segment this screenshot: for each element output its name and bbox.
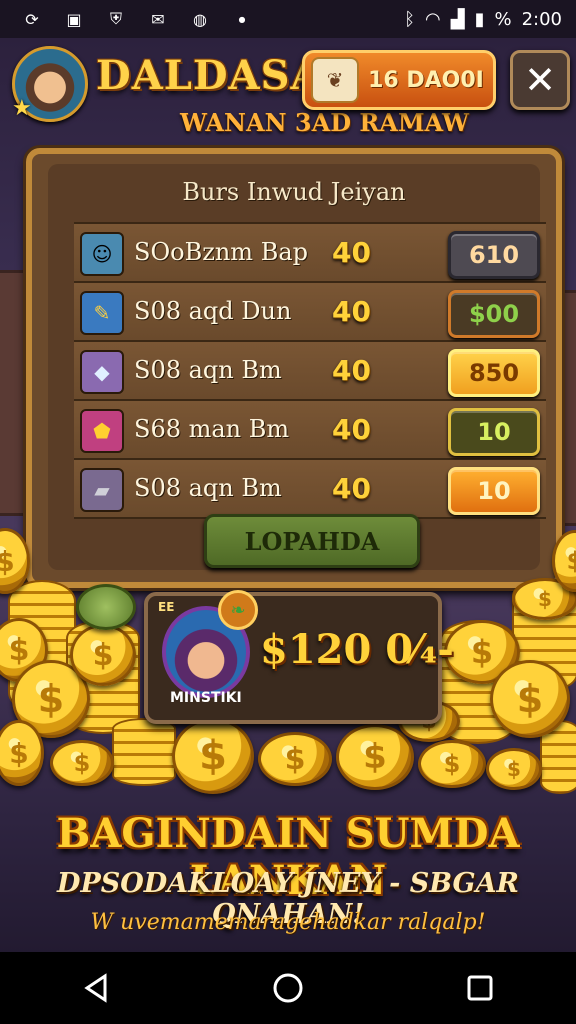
coin-icon: $: [70, 624, 136, 686]
coin-icon: $: [418, 740, 486, 788]
game-header: ★ DALDASA! WANAN 3AD RAMAW ❦ 16 DAO0I ✕: [0, 40, 576, 140]
shop-row[interactable]: ☺ SOoBznm Bap 40 610: [74, 222, 546, 283]
clock: 2:00: [521, 8, 562, 30]
shop-row[interactable]: ◆ S08 aqn Bm 40 850: [74, 342, 546, 401]
item-name: S08 aqn Bm: [134, 474, 282, 502]
shop-row[interactable]: ▰ S08 aqn Bm 40 10: [74, 460, 546, 519]
vk-icon: ◍: [193, 9, 207, 29]
coin-stack: [112, 718, 176, 786]
coin-icon: $: [50, 740, 114, 786]
reward-tag: EE: [158, 600, 175, 614]
sync-icon: ⟳: [25, 9, 39, 29]
gem-icon: ⬟: [80, 409, 124, 453]
currency-pill[interactable]: ❦ 16 DAO0I: [302, 50, 496, 110]
shop-panel-inner: Burs Inwud Jeiyan ☺ SOoBznm Bap 40 610 ✎…: [48, 164, 546, 570]
buy-button[interactable]: $00: [448, 290, 540, 338]
email-icon: ✉: [151, 9, 165, 29]
item-cost: 40: [332, 295, 371, 328]
panel-title: Burs Inwud Jeiyan: [182, 178, 406, 206]
signal-icon: ▟: [450, 8, 465, 30]
buy-button[interactable]: 850: [448, 349, 540, 397]
promo-tagline: W uvemamemaragehadkar ralqalp!: [90, 910, 486, 935]
item-name: SOoBznm Bap: [134, 238, 308, 266]
coin-icon: $: [336, 724, 414, 790]
game-subtitle: WANAN 3AD RAMAW: [180, 108, 469, 137]
recents-button[interactable]: [450, 958, 510, 1018]
buy-button[interactable]: 10: [448, 467, 540, 515]
coin-icon: $: [490, 660, 570, 738]
item-cost: 40: [332, 472, 371, 505]
recents-icon: [467, 975, 493, 1001]
battery-percent: %: [494, 8, 512, 30]
coin-icon: $: [258, 732, 332, 786]
close-button[interactable]: ✕: [510, 50, 570, 110]
home-button[interactable]: [258, 958, 318, 1018]
hero-name: MINSTIKI: [170, 690, 242, 706]
navigation-bar: [0, 952, 576, 1024]
item-cost: 40: [332, 236, 371, 269]
bluetooth-icon: ᛒ: [404, 8, 415, 30]
coin-icon: $: [486, 748, 542, 790]
back-button[interactable]: [66, 958, 126, 1018]
wizard-portrait-icon: ☺: [80, 232, 124, 276]
back-icon: [84, 973, 107, 1003]
crystal-icon: ◆: [80, 350, 124, 394]
brush-icon: ✎: [80, 291, 124, 335]
dot-icon: ●: [238, 14, 246, 24]
message-icon: ▣: [66, 9, 82, 29]
home-icon: [273, 973, 303, 1003]
item-cost: 40: [332, 354, 371, 387]
reward-amount: $120 0⁄₄-: [260, 626, 454, 673]
shop-list: ☺ SOoBznm Bap 40 610 ✎ S08 aqd Dun 40 $0…: [74, 222, 546, 519]
currency-value: 16 DAO0I: [368, 67, 484, 93]
item-name: S08 aqd Dun: [134, 297, 292, 325]
confirm-button[interactable]: LOPAHDA: [204, 514, 420, 568]
wifi-icon: ◠: [425, 8, 441, 30]
coin-icon: [76, 584, 136, 630]
shop-row[interactable]: ⬟ S68 man Bm 40 10: [74, 401, 546, 460]
buy-button[interactable]: 610: [448, 231, 540, 279]
item-name: S68 man Bm: [134, 415, 290, 443]
shop-row[interactable]: ✎ S08 aqd Dun 40 $00: [74, 283, 546, 342]
close-icon: ✕: [524, 58, 556, 102]
item-cost: 40: [332, 413, 371, 446]
treasure-map-icon: ❦: [311, 57, 359, 103]
reward-card[interactable]: ❧ EE $120 0⁄₄- MINSTIKI: [144, 590, 454, 724]
status-bar: ⟳ ▣ ⛨ ✉ ◍ ● ᛒ ◠ ▟ ▮ % 2:00: [0, 0, 576, 38]
stone-block-icon: ▰: [80, 468, 124, 512]
leaf-badge-icon: ❧: [218, 590, 258, 630]
coin-icon: $: [172, 718, 254, 794]
battery-icon: ▮: [474, 8, 485, 30]
shield-icon: ⛨: [109, 9, 122, 28]
item-name: S08 aqn Bm: [134, 356, 282, 384]
star-icon: ★: [12, 96, 32, 121]
shop-panel: Burs Inwud Jeiyan ☺ SOoBznm Bap 40 610 ✎…: [26, 148, 562, 588]
buy-button[interactable]: 10: [448, 408, 540, 456]
